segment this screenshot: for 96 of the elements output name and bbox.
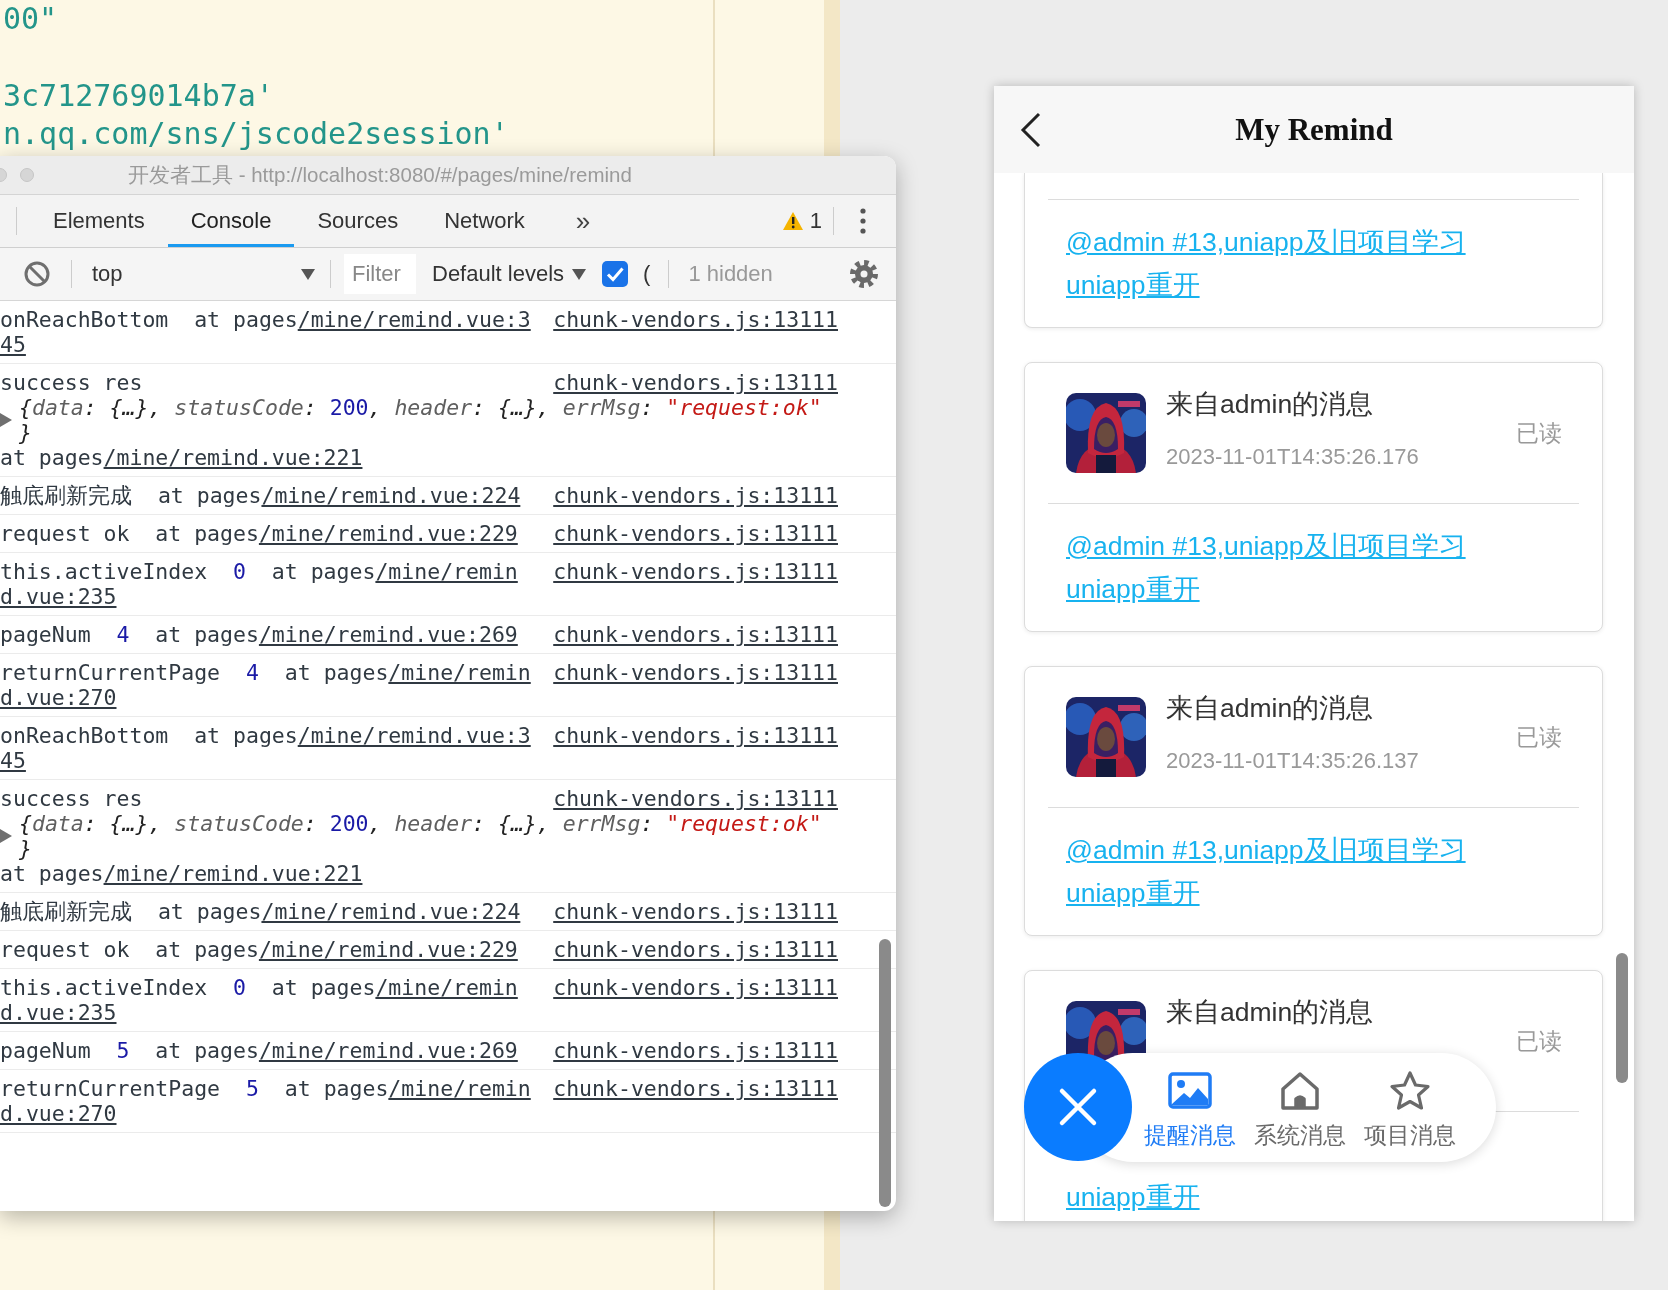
- read-status: 已读: [1516, 1026, 1562, 1056]
- source-link[interactable]: /mine/remin: [388, 660, 531, 685]
- star-icon: [1388, 1069, 1432, 1113]
- object-preview: }: [19, 836, 32, 861]
- source-link[interactable]: /mine/remin: [375, 975, 518, 1000]
- tab-item[interactable]: 项目消息: [1355, 1053, 1465, 1162]
- scrollbar-thumb[interactable]: [1616, 953, 1628, 1083]
- console-message: 触底刷新完成 at pages/mine/remind.vue:224: [0, 899, 521, 924]
- source-link[interactable]: chunk-vendors.js:13111: [553, 622, 838, 647]
- source-link[interactable]: 45: [0, 332, 26, 357]
- source-link[interactable]: d.vue:235: [0, 584, 117, 609]
- tab[interactable]: Network: [421, 195, 548, 247]
- close-icon: [1058, 1087, 1098, 1127]
- disclosure-triangle-icon[interactable]: [0, 413, 12, 427]
- tab-label: 系统消息: [1254, 1121, 1346, 1149]
- source-link[interactable]: /mine/remind.vue:269: [258, 1038, 518, 1063]
- read-status: 已读: [1516, 418, 1562, 448]
- object-preview: {data: {…}, statusCode: 200, header: {…}, errMsg: "request:ok": [19, 811, 822, 836]
- disclosure-triangle-icon[interactable]: [0, 829, 12, 843]
- source-link[interactable]: chunk-vendors.js:13111: [553, 559, 838, 584]
- console-message: request ok at pages/mine/remind.vue:229: [0, 521, 518, 546]
- tab-label: 提醒消息: [1144, 1121, 1236, 1149]
- console-message: pageNum 5 at pages/mine/remind.vue:269: [0, 1038, 518, 1063]
- tab[interactable]: Elements: [30, 195, 168, 247]
- console-message: onReachBottom at pages/mine/remind.vue:3: [0, 723, 531, 748]
- source-link[interactable]: /mine/remind.vue:3: [297, 723, 531, 748]
- source-link[interactable]: /mine/remind.vue:229: [258, 521, 518, 546]
- read-status: 已读: [1516, 722, 1562, 752]
- source-link[interactable]: chunk-vendors.js:13111: [553, 899, 838, 924]
- console-message: pageNum 4 at pages/mine/remind.vue:269: [0, 622, 518, 647]
- source-link[interactable]: chunk-vendors.js:13111: [553, 937, 838, 962]
- console-message: this.activeIndex 0 at pages/mine/remin: [0, 975, 518, 1000]
- tab-item[interactable]: 提醒消息: [1135, 1053, 1245, 1162]
- page-title: My Remind: [1235, 111, 1393, 148]
- console-message: request ok at pages/mine/remind.vue:229: [0, 937, 518, 962]
- window-title: 开发者工具 - http://localhost:8080/#/pages/mine/remind: [128, 162, 632, 188]
- console-message: success res: [0, 370, 143, 395]
- home-icon: [1278, 1069, 1322, 1113]
- levels-dropdown[interactable]: Default levels: [432, 261, 587, 287]
- source-link[interactable]: /mine/remin: [388, 1076, 531, 1101]
- tab-item[interactable]: 系统消息: [1245, 1053, 1355, 1162]
- code-line: 00": [3, 0, 58, 38]
- code-line: 3c712769014b7a': [3, 77, 274, 115]
- code-line: n.qq.com/sns/jscode2session': [3, 115, 509, 153]
- source-link[interactable]: /mine/remind.vue:224: [261, 483, 521, 508]
- more-options-icon[interactable]: [860, 208, 866, 234]
- source-link[interactable]: chunk-vendors.js:13111: [553, 1038, 838, 1063]
- checkbox[interactable]: [602, 261, 629, 287]
- console-message: returnCurrentPage 4 at pages/mine/remin: [0, 660, 531, 685]
- console-message: 触底刷新完成 at pages/mine/remind.vue:224: [0, 483, 521, 508]
- source-link[interactable]: chunk-vendors.js:13111: [553, 723, 838, 748]
- message-title: 来自admin的消息: [1166, 388, 1375, 421]
- object-preview: }: [19, 420, 32, 445]
- source-link[interactable]: chunk-vendors.js:13111: [553, 786, 838, 811]
- source-link[interactable]: 45: [0, 748, 26, 773]
- source-link[interactable]: /mine/remind.vue:224: [261, 899, 521, 924]
- console-message: this.activeIndex 0 at pages/mine/remin: [0, 559, 518, 584]
- more-tabs-button[interactable]: »: [565, 195, 601, 247]
- tab-label: 项目消息: [1364, 1121, 1456, 1149]
- settings-icon[interactable]: [849, 259, 879, 289]
- source-link[interactable]: chunk-vendors.js:13111: [553, 975, 838, 1000]
- hidden-count: 1 hidden: [688, 261, 773, 287]
- console-message: returnCurrentPage 5 at pages/mine/remin: [0, 1076, 531, 1101]
- tab[interactable]: Sources: [294, 195, 422, 247]
- warning-icon[interactable]: [781, 211, 804, 231]
- console-message: at pages/mine/remind.vue:221: [0, 445, 363, 470]
- console-message: success res: [0, 786, 143, 811]
- console-message: at pages/mine/remind.vue:221: [0, 861, 363, 886]
- source-link[interactable]: chunk-vendors.js:13111: [553, 660, 838, 685]
- source-link[interactable]: chunk-vendors.js:13111: [553, 1076, 838, 1101]
- source-link[interactable]: d.vue:270: [0, 685, 117, 710]
- source-link[interactable]: chunk-vendors.js:13111: [553, 370, 838, 395]
- clear-console-icon[interactable]: [24, 261, 50, 287]
- console-message: onReachBottom at pages/mine/remind.vue:3: [0, 307, 531, 332]
- back-icon[interactable]: [1020, 111, 1042, 148]
- source-link[interactable]: chunk-vendors.js:13111: [553, 307, 838, 332]
- filter-field[interactable]: Filter: [344, 254, 416, 294]
- source-link[interactable]: /mine/remind.vue:229: [258, 937, 518, 962]
- message-title: 来自admin的消息: [1166, 996, 1374, 1029]
- message-title: 来自admin的消息: [1166, 692, 1375, 725]
- source-link[interactable]: /mine/remind.vue:3: [297, 307, 531, 332]
- object-preview: {data: {…}, statusCode: 200, header: {…}, errMsg: "request:ok": [19, 395, 822, 420]
- message-time: 2023-11-01T14:35:26.137: [1166, 747, 1419, 775]
- context-select[interactable]: top: [72, 254, 330, 294]
- message-time: 2023-11-01T14:35:26.176: [1166, 443, 1419, 471]
- source-link[interactable]: chunk-vendors.js:13111: [553, 483, 838, 508]
- source-link[interactable]: /mine/remind.vue:269: [258, 622, 518, 647]
- source-link[interactable]: d.vue:270: [0, 1101, 117, 1126]
- caret-icon: [572, 268, 587, 280]
- source-link[interactable]: /mine/remin: [375, 559, 518, 584]
- caret-icon: [301, 268, 315, 280]
- checkbox-label: (: [643, 261, 651, 287]
- source-link[interactable]: chunk-vendors.js:13111: [553, 521, 838, 546]
- scrollbar-thumb[interactable]: [879, 939, 891, 1207]
- warning-count: 1: [809, 208, 822, 234]
- source-link[interactable]: d.vue:235: [0, 1000, 117, 1025]
